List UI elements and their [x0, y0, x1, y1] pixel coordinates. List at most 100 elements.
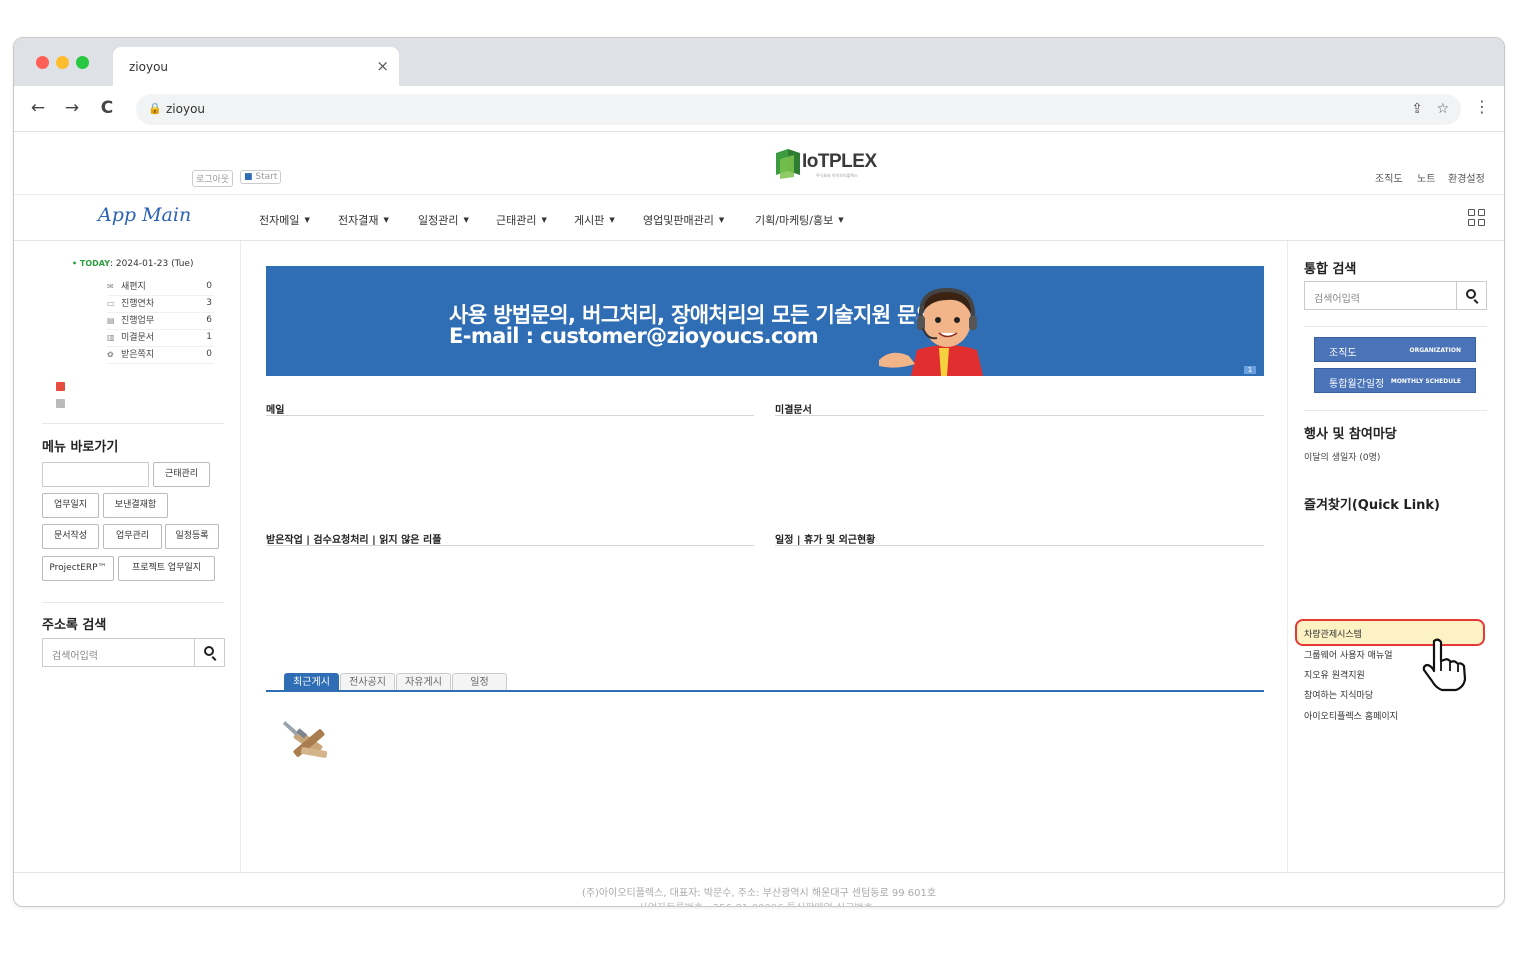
- divider: [42, 423, 224, 424]
- iotplex-logo[interactable]: IoTPLEX 주식회사 아이오티플렉스: [774, 149, 877, 183]
- stat-label: 진행업무: [121, 316, 155, 326]
- tab-company-notice[interactable]: 전사공지: [340, 673, 395, 691]
- integrated-search-title: 통합 검색: [1304, 262, 1357, 277]
- quick-btn-add-schedule[interactable]: 일정등록: [165, 524, 219, 549]
- stat-tasks[interactable]: ▤ 진행업무 6: [107, 313, 214, 330]
- org-chart-label-en: ORGANIZATION: [1409, 347, 1461, 354]
- gray-square-icon[interactable]: [56, 399, 65, 408]
- quick-btn-attendance[interactable]: 근태관리: [153, 462, 210, 487]
- quick-btn-project-worklog[interactable]: 프로젝트 업무일지: [118, 556, 215, 581]
- stat-received-notes[interactable]: ✿ 받은쪽지 0: [107, 347, 214, 364]
- logo-subtext: 주식회사 아이오티플렉스: [816, 173, 858, 178]
- stat-new-mail[interactable]: ✉ 새편지 0: [107, 279, 214, 296]
- support-banner[interactable]: 사용 방법문의, 버그처리, 장애처리의 모든 기술지원 문의 E-mail :…: [266, 266, 1264, 376]
- stat-value: 0: [206, 281, 212, 291]
- org-chart-label: 조직도: [1329, 348, 1357, 359]
- stat-value: 0: [206, 349, 212, 359]
- integrated-search-placeholder: 검색어입력: [1314, 294, 1360, 305]
- address-search-input[interactable]: 검색어입력: [42, 638, 225, 667]
- lock-icon: 🔒: [148, 102, 162, 115]
- menu-item-schedule[interactable]: 일정관리 ▼: [418, 212, 469, 228]
- start-button[interactable]: ■ Start: [240, 170, 282, 184]
- grid-menu-icon[interactable]: [1468, 209, 1486, 227]
- quick-btn-sent-approval[interactable]: 보낸결재함: [103, 493, 168, 518]
- menu-item-sales[interactable]: 영업및판매관리 ▼: [643, 212, 724, 228]
- address-search-button[interactable]: [194, 639, 224, 666]
- caret-down-icon: ▼: [541, 216, 547, 224]
- divider: [1304, 326, 1487, 327]
- quick-menu-input[interactable]: [42, 462, 149, 487]
- quick-btn-write-doc[interactable]: 문서작성: [42, 524, 99, 549]
- integrated-search-button[interactable]: [1456, 282, 1486, 309]
- stat-label: 새편지: [121, 282, 146, 292]
- right-sidebar: 통합 검색 검색어입력 조직도 ORGANIZATION 통합월간일정 MONT…: [1287, 241, 1504, 872]
- menu-label: 전자메일: [259, 214, 300, 227]
- divider: [1304, 410, 1487, 411]
- main-menu: App Main 전자메일 ▼ 전자결재 ▼ 일정관리 ▼ 근태관리 ▼ 게시판 ▼ 영업…: [14, 195, 1504, 241]
- birthday-link[interactable]: 이달의 생일자 (0명): [1304, 450, 1380, 463]
- tab-close-icon[interactable]: ×: [376, 57, 389, 75]
- share-icon[interactable]: ⇪: [1411, 101, 1423, 117]
- quicklink-groupware-manual[interactable]: 그룹웨어 사용자 매뉴얼: [1304, 648, 1393, 661]
- menu-item-email[interactable]: 전자메일 ▼: [259, 212, 310, 228]
- footer-registration: 사업자등록번호 : 256-81-00096 통신판매업 신고번호 :: [14, 899, 1504, 906]
- tray-icon: ▭: [107, 299, 115, 308]
- red-square-icon[interactable]: [56, 382, 65, 391]
- quicklink-vehicle-control[interactable]: 차량관제시스템: [1304, 627, 1362, 640]
- panel-title-schedule-leave[interactable]: 일정 | 휴가 및 외근현황: [775, 531, 875, 546]
- window-maximize-button[interactable]: [76, 56, 89, 69]
- reload-icon[interactable]: C: [97, 98, 117, 118]
- url-field[interactable]: 🔒 zioyou ⇪ ☆: [136, 94, 1461, 125]
- quicklink-remote-support[interactable]: 지오유 원격지원: [1304, 668, 1365, 681]
- quicklink-knowledge[interactable]: 참여하는 지식마당: [1304, 688, 1373, 701]
- menu-label: 기획/마케팅/홍보: [755, 214, 834, 227]
- forward-icon[interactable]: →: [62, 98, 82, 118]
- panel-title-mail[interactable]: 메일: [266, 401, 284, 416]
- left-sidebar: • TODAY: 2024-01-23 (Tue) ✉ 새편지 0 ▭ 진행연차 3 ▤…: [14, 241, 241, 872]
- window-minimize-button[interactable]: [56, 56, 69, 69]
- quick-btn-task-mgmt[interactable]: 업무관리: [103, 524, 162, 549]
- today-label: TODAY: [79, 259, 111, 268]
- menu-item-attendance[interactable]: 근태관리 ▼: [496, 212, 547, 228]
- monthly-schedule-button[interactable]: 통합월간일정 MONTHLY SCHEDULE: [1314, 368, 1476, 393]
- tab-schedule[interactable]: 일정: [452, 673, 507, 691]
- browser-menu-icon[interactable]: ⋮: [1474, 97, 1490, 116]
- app-main-logo[interactable]: App Main: [98, 204, 191, 226]
- event-title: 행사 및 참여마당: [1304, 427, 1397, 442]
- url-text: zioyou: [166, 102, 206, 116]
- banner-page-badge[interactable]: 1: [1244, 366, 1256, 374]
- monthly-schedule-label: 통합월간일정: [1329, 379, 1385, 390]
- tab-free-board[interactable]: 자유게시: [396, 673, 451, 691]
- menu-item-marketing[interactable]: 기획/마케팅/홍보 ▼: [755, 212, 844, 228]
- stat-label: 받은쪽지: [121, 350, 155, 360]
- logout-button[interactable]: 로그아웃: [192, 170, 234, 187]
- logo-text: IoTPLEX: [802, 151, 877, 172]
- panel-title-pending-docs[interactable]: 미결문서: [775, 401, 812, 416]
- caret-down-icon: ▼: [383, 216, 389, 224]
- panel-title-received-tasks[interactable]: 받은작업 | 검수요청처리 | 읽지 않은 리플: [266, 531, 441, 546]
- menu-label: 근태관리: [496, 214, 537, 227]
- window-close-button[interactable]: [36, 56, 49, 69]
- star-icon[interactable]: ☆: [1436, 101, 1449, 117]
- stat-leave[interactable]: ▭ 진행연차 3: [107, 296, 214, 313]
- menu-item-board[interactable]: 게시판 ▼: [574, 212, 615, 228]
- stat-pending-docs[interactable]: ▥ 미결문서 1: [107, 330, 214, 347]
- integrated-search-input[interactable]: 검색어입력: [1304, 281, 1487, 310]
- quicklink-homepage[interactable]: 아이오티플렉스 홈페이지: [1304, 709, 1398, 722]
- back-icon[interactable]: ←: [28, 98, 48, 118]
- menu-label: 게시판: [574, 214, 605, 227]
- tab-recent-posts[interactable]: 최근게시: [284, 673, 339, 691]
- today-value: : 2024-01-23 (Tue): [110, 259, 194, 269]
- browser-tab[interactable]: zioyou ×: [113, 47, 399, 87]
- quick-btn-worklog[interactable]: 업무일지: [42, 493, 99, 518]
- monthly-schedule-label-en: MONTHLY SCHEDULE: [1390, 378, 1461, 385]
- quicklink-title: 즐겨찾기(Quick Link): [1304, 498, 1441, 513]
- header-link-org[interactable]: 조직도: [1375, 170, 1403, 185]
- pointer-hand-icon: [1422, 638, 1467, 692]
- divider: [42, 602, 224, 603]
- quick-btn-project-erp[interactable]: ProjectERP™: [42, 556, 114, 581]
- header-link-note[interactable]: 노트: [1417, 170, 1435, 185]
- menu-item-approval[interactable]: 전자결재 ▼: [338, 212, 389, 228]
- org-chart-button[interactable]: 조직도 ORGANIZATION: [1314, 337, 1476, 362]
- header-link-settings[interactable]: 환경설정: [1448, 170, 1485, 185]
